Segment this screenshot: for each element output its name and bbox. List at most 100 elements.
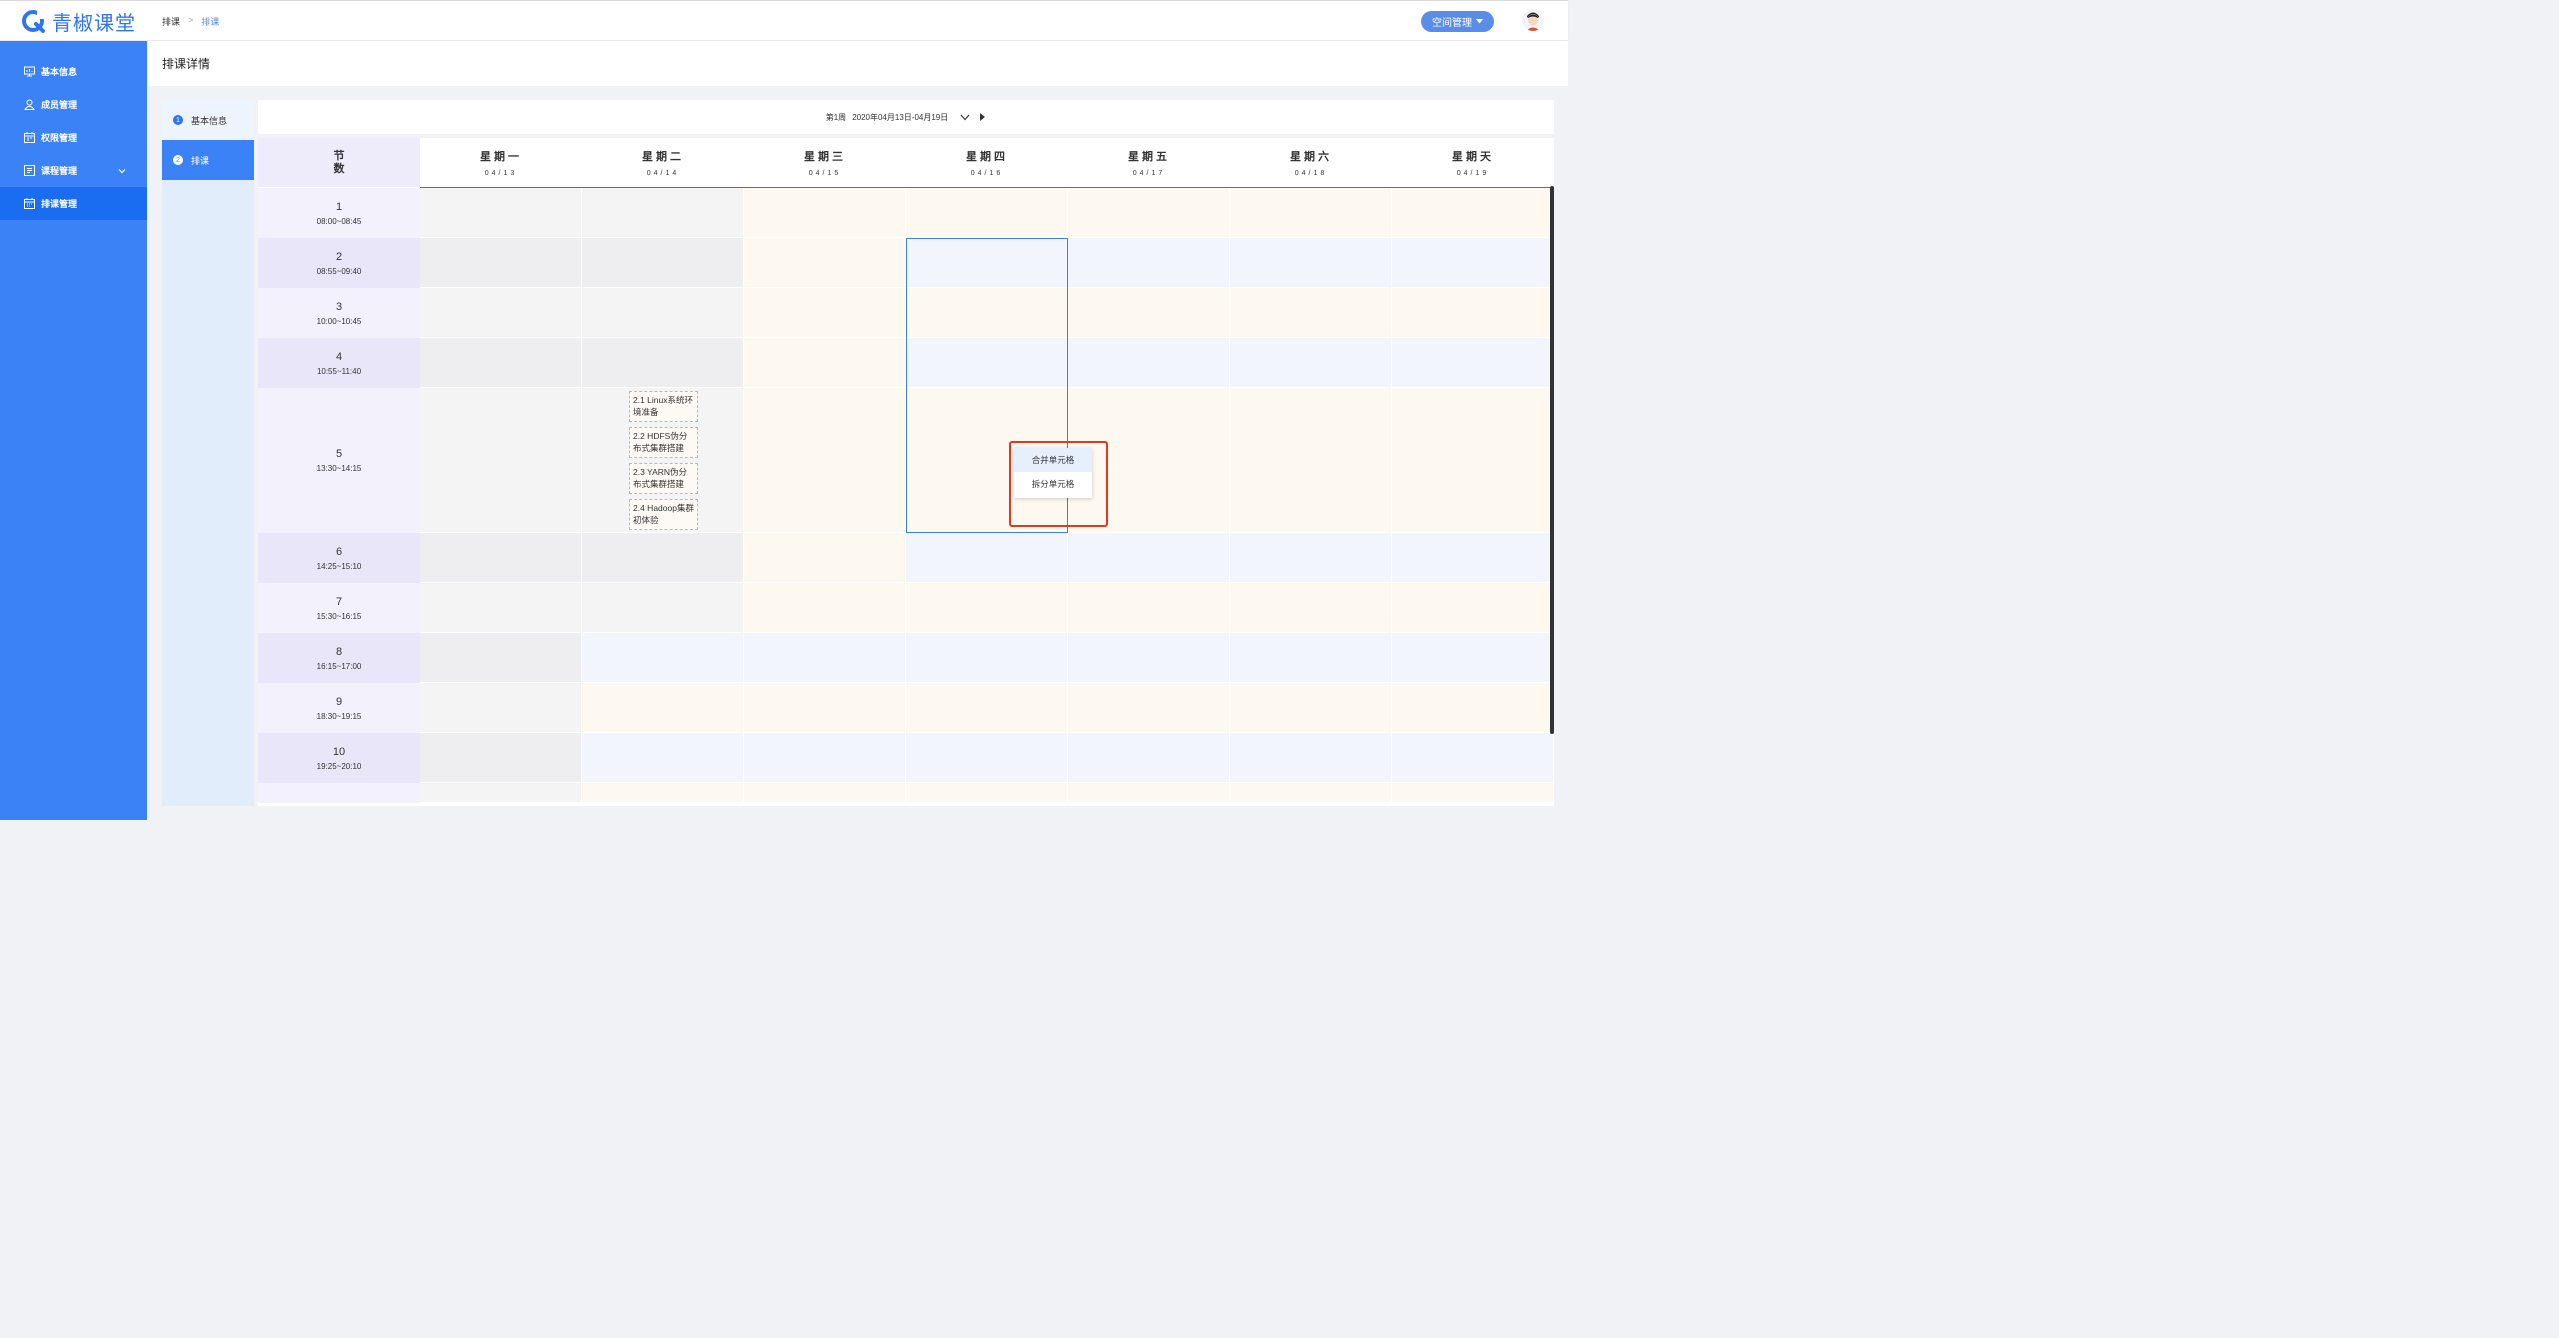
schedule-cell[interactable] <box>582 683 744 733</box>
schedule-cell[interactable] <box>1392 388 1554 533</box>
chevron-down-icon[interactable] <box>960 114 970 121</box>
schedule-cell[interactable] <box>1230 733 1392 783</box>
schedule-cell[interactable] <box>1068 288 1230 338</box>
sidebar-item-members[interactable]: 成员管理 <box>0 88 147 121</box>
schedule-cell[interactable] <box>1068 683 1230 733</box>
schedule-cell[interactable] <box>420 633 582 683</box>
schedule-cell[interactable] <box>1392 533 1554 583</box>
split-cells-menu-item[interactable]: 拆分单元格 <box>1014 472 1092 496</box>
schedule-cell[interactable] <box>582 633 744 683</box>
period-cell: 4 10:55~11:40 <box>258 338 420 388</box>
lesson-item[interactable]: 2.3 YARN伪分布式集群搭建 <box>629 463 698 494</box>
schedule-cell[interactable] <box>582 288 744 338</box>
schedule-cell[interactable] <box>420 583 582 633</box>
schedule-cell[interactable] <box>420 388 582 533</box>
schedule-cell[interactable] <box>582 238 744 288</box>
monitor-icon <box>24 66 35 77</box>
vertical-scrollbar[interactable] <box>1550 186 1554 734</box>
schedule-cell[interactable] <box>1230 338 1392 388</box>
schedule-cell[interactable] <box>420 188 582 238</box>
sidebar-item-permissions[interactable]: 权限管理 <box>0 121 147 154</box>
schedule-cell[interactable] <box>1392 733 1554 783</box>
schedule-cell[interactable] <box>582 783 744 803</box>
schedule-cell[interactable] <box>1392 683 1554 733</box>
schedule-cell[interactable] <box>1068 733 1230 783</box>
lesson-item[interactable]: 2.1 Linux系统环境准备 <box>629 391 698 422</box>
schedule-cell[interactable] <box>1392 783 1554 803</box>
step-scheduling[interactable]: 2 排课 <box>162 140 254 180</box>
schedule-cell[interactable] <box>744 733 906 783</box>
sidebar-item-courses[interactable]: 课程管理 <box>0 154 147 187</box>
period-number: 4 <box>335 350 343 363</box>
schedule-cell[interactable] <box>1230 288 1392 338</box>
schedule-cell[interactable] <box>420 288 582 338</box>
schedule-cell[interactable] <box>1230 388 1392 533</box>
step-basic-info[interactable]: 1 基本信息 <box>162 100 254 140</box>
schedule-cell[interactable] <box>1068 238 1230 288</box>
schedule-cell[interactable] <box>1230 783 1392 803</box>
schedule-cell[interactable] <box>1068 583 1230 633</box>
day-name: 星期六 <box>1290 151 1332 163</box>
schedule-cell[interactable] <box>1068 783 1230 803</box>
schedule-cell[interactable] <box>906 188 1068 238</box>
lesson-item[interactable]: 2.4 Hadoop集群初体验 <box>629 499 698 530</box>
schedule-cell[interactable] <box>1068 188 1230 238</box>
schedule-cell[interactable] <box>582 338 744 388</box>
chevron-down-icon[interactable] <box>117 166 127 176</box>
next-week-icon[interactable] <box>980 113 986 121</box>
schedule-cell[interactable] <box>1392 238 1554 288</box>
calendar-grid-icon <box>24 132 35 143</box>
schedule-cell[interactable] <box>582 188 744 238</box>
schedule-cell[interactable] <box>906 733 1068 783</box>
schedule-cell[interactable] <box>582 533 744 583</box>
schedule-cell[interactable] <box>420 338 582 388</box>
schedule-cell[interactable] <box>906 783 1068 803</box>
schedule-cell[interactable] <box>420 683 582 733</box>
schedule-cell[interactable] <box>1068 338 1230 388</box>
schedule-cell[interactable] <box>906 583 1068 633</box>
schedule-cell[interactable] <box>744 188 906 238</box>
schedule-cell[interactable] <box>1230 238 1392 288</box>
sidebar-item-basic-info[interactable]: 基本信息 <box>0 55 147 88</box>
schedule-cell[interactable] <box>420 783 582 803</box>
logo[interactable]: 青椒课堂 <box>22 9 136 35</box>
page-title: 排课详情 <box>162 57 211 71</box>
schedule-cell[interactable] <box>1230 188 1392 238</box>
schedule-cell[interactable] <box>582 583 744 633</box>
schedule-cell[interactable] <box>1392 583 1554 633</box>
schedule-cell[interactable] <box>582 733 744 783</box>
schedule-cell[interactable] <box>1392 633 1554 683</box>
schedule-cell[interactable] <box>420 733 582 783</box>
schedule-cell[interactable] <box>744 388 906 533</box>
schedule-cell[interactable] <box>906 633 1068 683</box>
period-number: 7 <box>335 595 343 608</box>
schedule-cell[interactable] <box>1068 533 1230 583</box>
schedule-cell[interactable] <box>420 238 582 288</box>
schedule-cell[interactable] <box>744 288 906 338</box>
schedule-cell[interactable] <box>420 533 582 583</box>
user-avatar-icon[interactable] <box>1522 9 1544 31</box>
schedule-cell[interactable] <box>744 583 906 633</box>
schedule-cell[interactable] <box>744 783 906 803</box>
schedule-cell[interactable] <box>1230 633 1392 683</box>
breadcrumb-root[interactable]: 排课 <box>162 15 180 28</box>
schedule-cell[interactable] <box>1230 683 1392 733</box>
schedule-cell[interactable] <box>1392 188 1554 238</box>
schedule-cell[interactable] <box>906 683 1068 733</box>
schedule-cell[interactable] <box>1392 288 1554 338</box>
schedule-cell[interactable] <box>744 633 906 683</box>
merge-cells-menu-item[interactable]: 合并单元格 <box>1014 448 1092 472</box>
period-number: 5 <box>335 448 343 460</box>
schedule-cell[interactable] <box>744 238 906 288</box>
schedule-cell[interactable] <box>906 533 1068 583</box>
sidebar-item-scheduling[interactable]: 排课管理 <box>0 187 147 220</box>
space-management-button[interactable]: 空间管理 <box>1421 11 1494 32</box>
schedule-cell[interactable] <box>1392 338 1554 388</box>
lesson-item[interactable]: 2.2 HDFS伪分布式集群搭建 <box>629 427 698 458</box>
schedule-cell[interactable] <box>1230 533 1392 583</box>
schedule-cell[interactable] <box>744 338 906 388</box>
schedule-cell[interactable] <box>1068 633 1230 683</box>
schedule-cell[interactable] <box>744 683 906 733</box>
schedule-cell[interactable] <box>744 533 906 583</box>
schedule-cell[interactable] <box>1230 583 1392 633</box>
